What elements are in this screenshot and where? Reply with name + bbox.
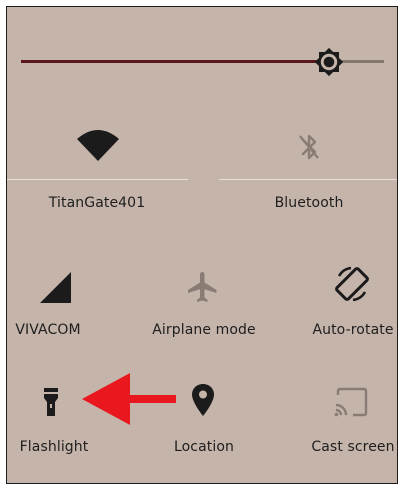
- tile-label-bluetooth: Bluetooth: [274, 195, 344, 211]
- quick-settings-panel: TitanGate401 Bluetooth VIVACOM Airplane …: [6, 6, 398, 484]
- tile-label-airplane: Airplane mode: [152, 322, 256, 338]
- rotate-icon: [335, 266, 369, 302]
- bluetooth-off-icon: [299, 134, 319, 160]
- brightness-slider-fill: [21, 60, 337, 63]
- brightness-icon[interactable]: [310, 43, 348, 81]
- cast-icon: [334, 387, 368, 417]
- tile-label-wifi: TitanGate401: [48, 195, 146, 211]
- tile-label-cellular: VIVACOM: [15, 322, 81, 338]
- tile-label-flashlight: Flashlight: [19, 439, 89, 455]
- wifi-divider: [7, 179, 188, 180]
- tile-label-auto-rotate: Auto-rotate: [312, 322, 394, 338]
- tile-label-cast-screen: Cast screen: [311, 439, 395, 455]
- tile-label-location: Location: [173, 439, 235, 455]
- location-pin-icon: [192, 384, 214, 416]
- airplane-icon: [188, 272, 217, 302]
- cell-signal-icon: [40, 272, 71, 303]
- bluetooth-divider: [219, 179, 397, 180]
- flashlight-icon: [44, 388, 58, 416]
- wifi-icon: [77, 130, 119, 161]
- red-arrow-annotation: [82, 373, 176, 425]
